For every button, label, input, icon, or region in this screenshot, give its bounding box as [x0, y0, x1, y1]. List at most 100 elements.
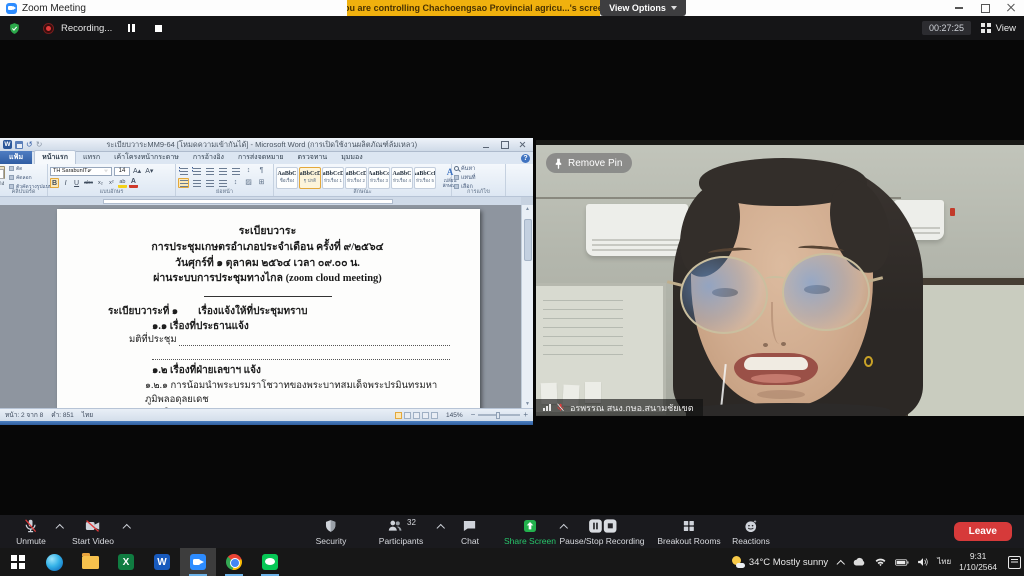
strikethrough-button[interactable]: abc	[83, 178, 94, 188]
multilevel-list-button[interactable]	[204, 166, 215, 176]
tray-overflow-chevron-icon[interactable]	[836, 558, 844, 566]
increase-indent-button[interactable]	[230, 166, 241, 176]
superscript-button[interactable]: x²	[107, 178, 116, 188]
web-layout-view-button[interactable]	[413, 412, 420, 419]
grow-font-button[interactable]: A▴	[132, 166, 142, 176]
show-paragraph-marks-button[interactable]: ¶	[256, 166, 267, 176]
borders-button[interactable]: ⊞	[256, 178, 267, 188]
view-layout-button[interactable]: View	[981, 23, 1016, 34]
zoom-out-icon[interactable]: −	[471, 412, 476, 418]
shrink-font-button[interactable]: A▾	[144, 166, 154, 176]
save-icon[interactable]	[15, 141, 23, 149]
draft-view-button[interactable]	[431, 412, 438, 419]
tab-page-layout[interactable]: เค้าโครงหน้ากระดาษ	[107, 151, 186, 164]
battery-icon[interactable]	[895, 558, 909, 567]
word-count[interactable]: คำ: 851	[51, 410, 73, 420]
cut-button[interactable]: ตัด	[9, 165, 52, 173]
italic-button[interactable]: I	[61, 178, 70, 188]
tab-references[interactable]: การอ้างอิง	[186, 151, 231, 164]
align-center-button[interactable]	[204, 178, 215, 188]
horizontal-ruler[interactable]	[0, 197, 521, 205]
zoom-slider-thumb[interactable]	[496, 412, 500, 419]
page-indicator[interactable]: หน้า: 2 จาก 8	[5, 410, 43, 420]
minimize-button[interactable]	[946, 0, 972, 16]
zoom-slider[interactable]: − +	[471, 412, 528, 418]
start-button[interactable]	[0, 548, 36, 576]
meeting-info-shield-icon[interactable]	[8, 22, 21, 35]
style-heading3[interactable]: AaBbCcหัวเรื่อง 3	[368, 167, 390, 189]
tab-mailings[interactable]: การส่งจดหมาย	[231, 151, 291, 164]
sort-button[interactable]: ↕	[243, 166, 254, 176]
stop-recording-icon[interactable]	[150, 21, 166, 35]
numbering-button[interactable]	[191, 166, 202, 176]
tab-review[interactable]: ตรวจทาน	[291, 151, 335, 164]
video-options-chevron-icon[interactable]	[123, 523, 130, 530]
scrollbar-thumb[interactable]	[524, 219, 532, 261]
print-layout-view-button[interactable]	[395, 412, 402, 419]
security-button[interactable]: Security	[316, 518, 347, 546]
taskbar-chrome[interactable]	[216, 548, 252, 576]
align-distributed-button[interactable]	[178, 178, 189, 188]
vertical-scrollbar[interactable]: ▲ ▼	[521, 205, 533, 408]
tab-view[interactable]: มุมมอง	[334, 151, 369, 164]
decrease-indent-button[interactable]	[217, 166, 228, 176]
find-button[interactable]: ค้นหา	[454, 165, 503, 173]
replace-button[interactable]: แทนที่	[454, 174, 503, 182]
bold-button[interactable]: B	[50, 178, 59, 188]
fullscreen-view-button[interactable]	[404, 412, 411, 419]
close-button[interactable]	[998, 0, 1024, 16]
audio-options-chevron-icon[interactable]	[56, 523, 63, 530]
start-video-button[interactable]: Start Video	[72, 518, 114, 546]
breakout-rooms-button[interactable]: Breakout Rooms	[657, 518, 720, 546]
share-screen-button[interactable]: Share Screen	[504, 518, 556, 546]
zoom-level[interactable]: 145%	[446, 412, 463, 419]
wifi-icon[interactable]	[874, 557, 887, 567]
outline-view-button[interactable]	[422, 412, 429, 419]
zoom-in-icon[interactable]: +	[523, 412, 528, 418]
bullets-button[interactable]	[178, 166, 189, 176]
scroll-down-icon[interactable]: ▼	[522, 401, 533, 407]
taskbar-line[interactable]	[252, 548, 288, 576]
action-center-icon[interactable]	[1008, 556, 1021, 569]
chat-button[interactable]: Chat	[461, 518, 479, 546]
language-indicator[interactable]: ไทย	[82, 410, 93, 420]
line-spacing-button[interactable]: ↕	[230, 178, 241, 188]
tab-home[interactable]: หน้าแรก	[34, 150, 76, 164]
style-heading2[interactable]: AaBbCcDdหัวเรื่อง 2	[345, 167, 367, 189]
redo-icon[interactable]: ↻	[36, 141, 43, 149]
pause-recording-icon[interactable]	[123, 21, 139, 35]
word-minimize-button[interactable]	[481, 140, 492, 149]
word-close-button[interactable]	[517, 140, 528, 149]
paste-button[interactable]: วาง	[0, 166, 5, 189]
style-heading1[interactable]: AaBbCcDdหัวเรื่อง 1	[322, 167, 344, 189]
align-right-button[interactable]	[217, 178, 228, 188]
undo-icon[interactable]: ↺	[26, 141, 33, 149]
font-name-combobox[interactable]: TH SarabunIT๙	[50, 167, 112, 176]
tab-file[interactable]: แฟ้ม	[0, 151, 32, 164]
remove-pin-button[interactable]: Remove Pin	[546, 153, 632, 173]
leave-button[interactable]: Leave	[954, 522, 1012, 541]
pause-stop-recording-button[interactable]: Pause/Stop Recording	[559, 518, 644, 546]
weather-widget[interactable]: 34°C Mostly sunny	[732, 556, 828, 568]
taskbar-excel[interactable]: X	[108, 548, 144, 576]
taskbar-edge[interactable]	[36, 548, 72, 576]
taskbar-zoom-active[interactable]	[180, 548, 216, 576]
align-left-button[interactable]	[191, 178, 202, 188]
taskbar-clock[interactable]: 9:31 1/10/2564	[959, 551, 997, 573]
maximize-button[interactable]	[972, 0, 998, 16]
font-size-combobox[interactable]: 14	[114, 167, 130, 176]
document-page[interactable]: ระเบียบวาระ การประชุมเกษตรอำเภอประจำเดือ…	[57, 209, 480, 408]
subscript-button[interactable]: x₂	[96, 178, 105, 188]
speaker-icon[interactable]	[917, 557, 929, 567]
font-color-button[interactable]: A	[129, 178, 138, 188]
unmute-button[interactable]: Unmute	[16, 518, 46, 546]
tab-insert[interactable]: แทรก	[76, 151, 107, 164]
style-title[interactable]: AaBbCชื่อเรื่อง	[276, 167, 298, 189]
view-options-button[interactable]: View Options	[600, 0, 686, 16]
underline-button[interactable]: U	[72, 178, 81, 188]
style-heading5[interactable]: AaBbCcDหัวเรื่อง 5	[414, 167, 436, 189]
participants-button[interactable]: 32 Participants	[379, 518, 423, 546]
highlight-color-button[interactable]: ab	[118, 178, 127, 188]
help-icon[interactable]: ?	[521, 154, 530, 163]
word-restore-button[interactable]	[499, 140, 510, 149]
